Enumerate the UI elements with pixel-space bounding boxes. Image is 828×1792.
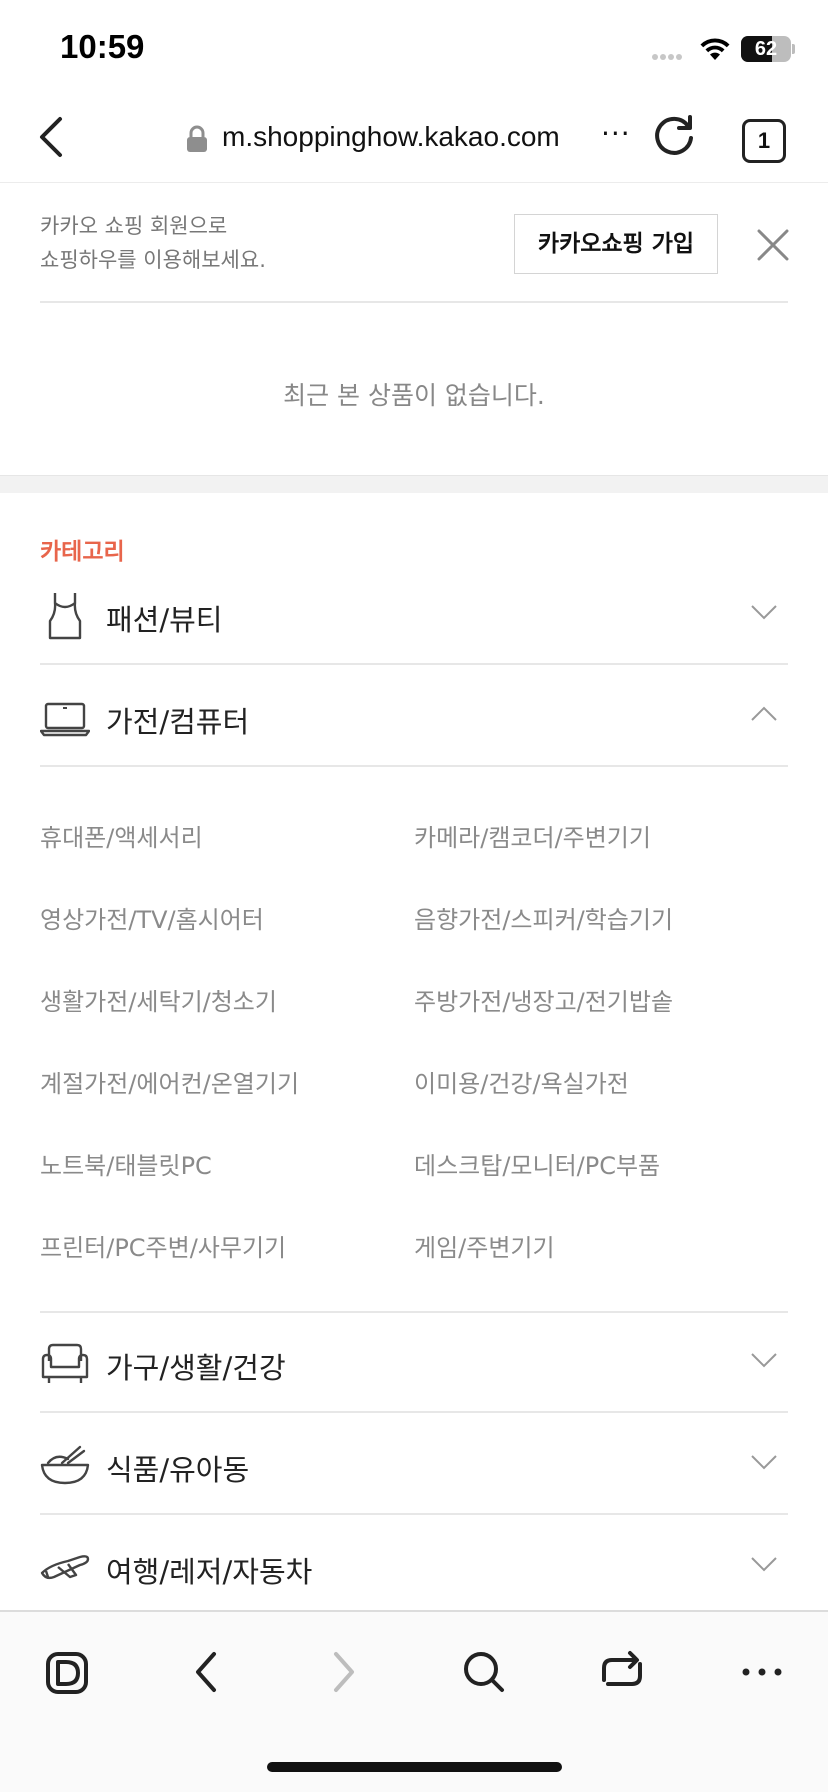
- lock-icon: [187, 125, 207, 152]
- battery-icon: 62: [741, 36, 791, 62]
- battery-cap: [792, 44, 795, 54]
- join-message: 카카오 쇼핑 회원으로 쇼핑하우를 이용해보세요.: [40, 209, 266, 277]
- row-divider: [40, 1411, 788, 1413]
- airplane-icon: [40, 1555, 90, 1580]
- forward-icon[interactable]: [314, 1642, 374, 1702]
- chevron-down-icon[interactable]: [750, 1555, 778, 1573]
- laptop-icon: [40, 702, 90, 737]
- more-icon[interactable]: [732, 1642, 792, 1702]
- subcategory-item[interactable]: 게임/주변기기: [414, 1228, 555, 1263]
- bowl-icon: [40, 1445, 90, 1485]
- category-label: 여행/레저/자동차: [106, 1555, 313, 1589]
- chevron-up-icon[interactable]: [750, 705, 778, 723]
- tab-count-button[interactable]: 1: [742, 119, 786, 163]
- subcategory-item[interactable]: 영상가전/TV/홈시어터: [40, 900, 264, 935]
- search-icon[interactable]: [454, 1642, 514, 1702]
- subcategory-item[interactable]: 카메라/캠코더/주변기기: [414, 818, 651, 853]
- category-heading: 카테고리: [40, 539, 125, 565]
- subcategory-item[interactable]: 프린터/PC주변/사무기기: [40, 1228, 286, 1263]
- back-chevron-icon[interactable]: [30, 113, 78, 161]
- category-furniture-living-health[interactable]: 가구/생활/건강: [40, 1313, 788, 1413]
- section-separator: [0, 475, 828, 493]
- category-appliances-computer[interactable]: 가전/컴퓨터: [40, 667, 788, 767]
- category-food-kids[interactable]: 식품/유아동: [40, 1415, 788, 1515]
- subcategory-item[interactable]: 노트북/태블릿PC: [40, 1146, 212, 1181]
- category-travel-leisure-car[interactable]: 여행/레저/자동차: [40, 1517, 788, 1617]
- close-icon[interactable]: [753, 225, 793, 265]
- banner-divider: [40, 301, 788, 303]
- join-message-line1: 카카오 쇼핑 회원으로: [40, 214, 228, 238]
- armchair-icon: [41, 1343, 89, 1383]
- subcategory-item[interactable]: 계절가전/에어컨/온열기기: [40, 1064, 299, 1099]
- row-divider: [40, 765, 788, 767]
- row-divider: [40, 1513, 788, 1515]
- row-divider: [40, 663, 788, 665]
- category-label: 가구/생활/건강: [106, 1351, 286, 1385]
- join-message-line2: 쇼핑하우를 이용해보세요.: [40, 248, 266, 272]
- url-text[interactable]: m.shoppinghow.kakao.com: [222, 121, 560, 153]
- reload-icon[interactable]: [650, 113, 698, 161]
- category-label: 식품/유아동: [106, 1453, 250, 1487]
- chevron-down-icon[interactable]: [750, 603, 778, 621]
- back-icon[interactable]: [176, 1642, 236, 1702]
- status-time: 10:59: [60, 28, 145, 65]
- daum-home-icon[interactable]: [38, 1642, 98, 1702]
- recent-empty-message: 최근 본 상품이 없습니다.: [283, 381, 545, 410]
- address-bar: m.shoppinghow.kakao.com ··· 1: [0, 95, 828, 183]
- join-banner: 카카오 쇼핑 회원으로 쇼핑하우를 이용해보세요. 카카오쇼핑 가입: [0, 183, 828, 303]
- category-fashion-beauty[interactable]: 패션/뷰티: [40, 565, 788, 665]
- subcategory-item[interactable]: 주방가전/냉장고/전기밥솥: [414, 982, 673, 1017]
- share-icon[interactable]: [592, 1642, 652, 1702]
- chevron-down-icon[interactable]: [750, 1453, 778, 1471]
- wifi-icon: [700, 38, 730, 60]
- battery-level: 62: [754, 38, 778, 60]
- chevron-down-icon[interactable]: [750, 1351, 778, 1369]
- subcategory-item[interactable]: 휴대폰/액세서리: [40, 818, 203, 853]
- subcategory-item[interactable]: 데스크탑/모니터/PC부품: [414, 1146, 660, 1181]
- category-label: 패션/뷰티: [106, 603, 223, 637]
- status-bar: 10:59 62: [0, 0, 828, 95]
- subcategory-item[interactable]: 음향가전/스피커/학습기기: [414, 900, 673, 935]
- tank-top-icon: [48, 593, 82, 640]
- subcategory-item[interactable]: 이미용/건강/욕실가전: [414, 1064, 629, 1099]
- home-indicator[interactable]: [267, 1762, 562, 1772]
- url-more-ellipsis[interactable]: ···: [601, 117, 631, 150]
- subcategory-item[interactable]: 생활가전/세탁기/청소기: [40, 982, 277, 1017]
- cellular-signal-icon: [652, 54, 690, 60]
- category-label: 가전/컴퓨터: [106, 705, 250, 739]
- kakao-shopping-join-button[interactable]: 카카오쇼핑 가입: [514, 214, 718, 274]
